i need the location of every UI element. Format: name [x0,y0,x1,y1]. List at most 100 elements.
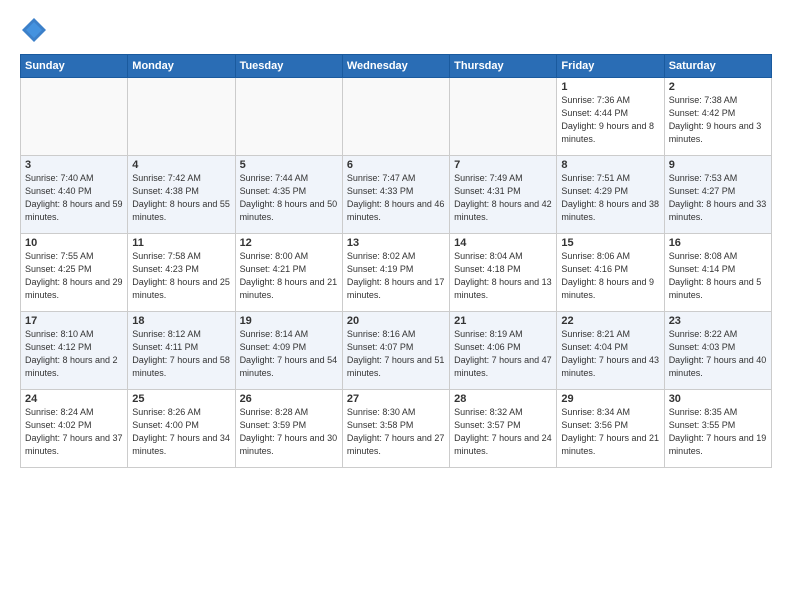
day-info: Sunrise: 8:30 AM Sunset: 3:58 PM Dayligh… [347,406,445,458]
calendar-cell: 7Sunrise: 7:49 AM Sunset: 4:31 PM Daylig… [450,156,557,234]
calendar-table: SundayMondayTuesdayWednesdayThursdayFrid… [20,54,772,468]
day-info: Sunrise: 8:08 AM Sunset: 4:14 PM Dayligh… [669,250,767,302]
calendar-cell: 8Sunrise: 7:51 AM Sunset: 4:29 PM Daylig… [557,156,664,234]
day-info: Sunrise: 8:14 AM Sunset: 4:09 PM Dayligh… [240,328,338,380]
day-info: Sunrise: 7:40 AM Sunset: 4:40 PM Dayligh… [25,172,123,224]
day-info: Sunrise: 7:38 AM Sunset: 4:42 PM Dayligh… [669,94,767,146]
logo [20,16,52,44]
calendar-cell: 1Sunrise: 7:36 AM Sunset: 4:44 PM Daylig… [557,78,664,156]
day-number: 25 [132,393,230,405]
calendar-cell: 26Sunrise: 8:28 AM Sunset: 3:59 PM Dayli… [235,390,342,468]
day-info: Sunrise: 8:12 AM Sunset: 4:11 PM Dayligh… [132,328,230,380]
day-info: Sunrise: 8:34 AM Sunset: 3:56 PM Dayligh… [561,406,659,458]
day-info: Sunrise: 8:16 AM Sunset: 4:07 PM Dayligh… [347,328,445,380]
weekday-header-sunday: Sunday [21,55,128,78]
day-number: 29 [561,393,659,405]
page: SundayMondayTuesdayWednesdayThursdayFrid… [0,0,792,612]
day-info: Sunrise: 7:36 AM Sunset: 4:44 PM Dayligh… [561,94,659,146]
day-number: 16 [669,237,767,249]
day-number: 26 [240,393,338,405]
weekday-header-saturday: Saturday [664,55,771,78]
calendar-cell: 10Sunrise: 7:55 AM Sunset: 4:25 PM Dayli… [21,234,128,312]
day-info: Sunrise: 8:19 AM Sunset: 4:06 PM Dayligh… [454,328,552,380]
calendar-cell: 23Sunrise: 8:22 AM Sunset: 4:03 PM Dayli… [664,312,771,390]
day-number: 22 [561,315,659,327]
day-info: Sunrise: 8:32 AM Sunset: 3:57 PM Dayligh… [454,406,552,458]
calendar-cell: 14Sunrise: 8:04 AM Sunset: 4:18 PM Dayli… [450,234,557,312]
calendar-cell: 25Sunrise: 8:26 AM Sunset: 4:00 PM Dayli… [128,390,235,468]
day-number: 3 [25,159,123,171]
weekday-header-thursday: Thursday [450,55,557,78]
day-number: 8 [561,159,659,171]
day-number: 19 [240,315,338,327]
day-number: 11 [132,237,230,249]
calendar-cell: 27Sunrise: 8:30 AM Sunset: 3:58 PM Dayli… [342,390,449,468]
day-info: Sunrise: 7:55 AM Sunset: 4:25 PM Dayligh… [25,250,123,302]
day-number: 9 [669,159,767,171]
day-number: 20 [347,315,445,327]
day-number: 24 [25,393,123,405]
day-info: Sunrise: 7:51 AM Sunset: 4:29 PM Dayligh… [561,172,659,224]
day-info: Sunrise: 8:00 AM Sunset: 4:21 PM Dayligh… [240,250,338,302]
calendar-cell: 2Sunrise: 7:38 AM Sunset: 4:42 PM Daylig… [664,78,771,156]
day-info: Sunrise: 8:21 AM Sunset: 4:04 PM Dayligh… [561,328,659,380]
day-number: 30 [669,393,767,405]
day-info: Sunrise: 8:24 AM Sunset: 4:02 PM Dayligh… [25,406,123,458]
day-info: Sunrise: 7:49 AM Sunset: 4:31 PM Dayligh… [454,172,552,224]
day-number: 6 [347,159,445,171]
day-info: Sunrise: 7:47 AM Sunset: 4:33 PM Dayligh… [347,172,445,224]
logo-icon [20,16,48,44]
calendar-cell: 13Sunrise: 8:02 AM Sunset: 4:19 PM Dayli… [342,234,449,312]
day-number: 18 [132,315,230,327]
calendar-cell: 11Sunrise: 7:58 AM Sunset: 4:23 PM Dayli… [128,234,235,312]
calendar-cell: 16Sunrise: 8:08 AM Sunset: 4:14 PM Dayli… [664,234,771,312]
day-number: 1 [561,81,659,93]
day-number: 28 [454,393,552,405]
calendar-cell: 28Sunrise: 8:32 AM Sunset: 3:57 PM Dayli… [450,390,557,468]
calendar-cell: 9Sunrise: 7:53 AM Sunset: 4:27 PM Daylig… [664,156,771,234]
day-info: Sunrise: 7:42 AM Sunset: 4:38 PM Dayligh… [132,172,230,224]
calendar-cell: 20Sunrise: 8:16 AM Sunset: 4:07 PM Dayli… [342,312,449,390]
weekday-header-row: SundayMondayTuesdayWednesdayThursdayFrid… [21,55,772,78]
day-number: 13 [347,237,445,249]
day-number: 15 [561,237,659,249]
calendar-cell: 24Sunrise: 8:24 AM Sunset: 4:02 PM Dayli… [21,390,128,468]
calendar-cell: 4Sunrise: 7:42 AM Sunset: 4:38 PM Daylig… [128,156,235,234]
day-number: 27 [347,393,445,405]
day-number: 5 [240,159,338,171]
week-row-4: 17Sunrise: 8:10 AM Sunset: 4:12 PM Dayli… [21,312,772,390]
calendar-cell: 12Sunrise: 8:00 AM Sunset: 4:21 PM Dayli… [235,234,342,312]
day-number: 7 [454,159,552,171]
calendar-cell: 19Sunrise: 8:14 AM Sunset: 4:09 PM Dayli… [235,312,342,390]
weekday-header-monday: Monday [128,55,235,78]
day-number: 23 [669,315,767,327]
calendar-cell [128,78,235,156]
calendar-cell: 22Sunrise: 8:21 AM Sunset: 4:04 PM Dayli… [557,312,664,390]
day-info: Sunrise: 7:53 AM Sunset: 4:27 PM Dayligh… [669,172,767,224]
weekday-header-friday: Friday [557,55,664,78]
week-row-2: 3Sunrise: 7:40 AM Sunset: 4:40 PM Daylig… [21,156,772,234]
weekday-header-wednesday: Wednesday [342,55,449,78]
week-row-1: 1Sunrise: 7:36 AM Sunset: 4:44 PM Daylig… [21,78,772,156]
day-number: 12 [240,237,338,249]
day-info: Sunrise: 8:04 AM Sunset: 4:18 PM Dayligh… [454,250,552,302]
day-info: Sunrise: 8:06 AM Sunset: 4:16 PM Dayligh… [561,250,659,302]
day-info: Sunrise: 8:22 AM Sunset: 4:03 PM Dayligh… [669,328,767,380]
day-info: Sunrise: 8:35 AM Sunset: 3:55 PM Dayligh… [669,406,767,458]
calendar-cell: 5Sunrise: 7:44 AM Sunset: 4:35 PM Daylig… [235,156,342,234]
week-row-3: 10Sunrise: 7:55 AM Sunset: 4:25 PM Dayli… [21,234,772,312]
calendar-cell [450,78,557,156]
day-info: Sunrise: 7:44 AM Sunset: 4:35 PM Dayligh… [240,172,338,224]
calendar-cell: 17Sunrise: 8:10 AM Sunset: 4:12 PM Dayli… [21,312,128,390]
day-info: Sunrise: 7:58 AM Sunset: 4:23 PM Dayligh… [132,250,230,302]
day-number: 4 [132,159,230,171]
day-number: 10 [25,237,123,249]
header [20,16,772,44]
calendar-cell [235,78,342,156]
day-number: 14 [454,237,552,249]
day-info: Sunrise: 8:10 AM Sunset: 4:12 PM Dayligh… [25,328,123,380]
day-number: 2 [669,81,767,93]
day-number: 21 [454,315,552,327]
calendar-cell: 6Sunrise: 7:47 AM Sunset: 4:33 PM Daylig… [342,156,449,234]
calendar-cell: 29Sunrise: 8:34 AM Sunset: 3:56 PM Dayli… [557,390,664,468]
